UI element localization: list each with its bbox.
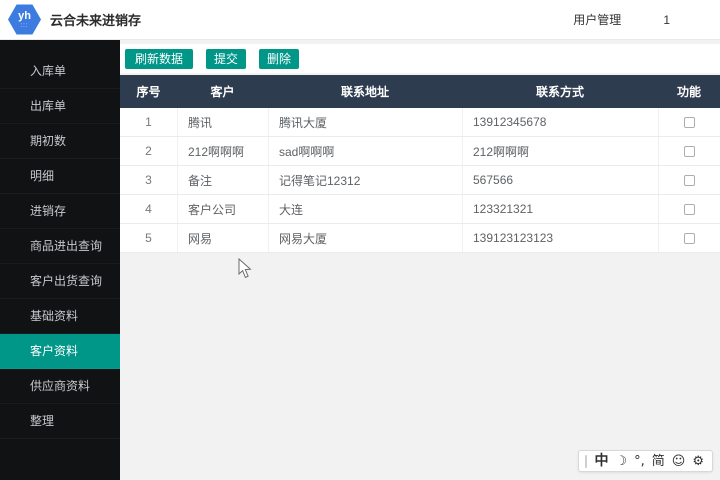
column-header-contact: 联系方式 (462, 75, 658, 108)
nav-user-management[interactable]: 用户管理 (573, 11, 621, 28)
table-row: 4 客户公司 大连 123321321 (120, 195, 720, 224)
sidebar-menu: 入库单 出库单 期初数 明细 进销存 商品进出查询 客户出货查询 基础资料 客户… (0, 40, 120, 480)
cell-customer: 备注 (177, 166, 268, 194)
cell-index: 3 (120, 166, 177, 194)
ime-drag-handle[interactable] (585, 455, 587, 468)
row-checkbox[interactable] (684, 117, 695, 128)
sidebar-item-inventory[interactable]: 进销存 (0, 194, 120, 229)
sidebar-item-customer-data[interactable]: 客户资料 (0, 334, 120, 369)
row-checkbox[interactable] (684, 233, 695, 244)
topbar-right-nav: 用户管理 1 (573, 11, 720, 28)
smiley-icon[interactable]: ☺ (672, 455, 686, 468)
cell-function (658, 137, 720, 165)
refresh-data-button[interactable]: 刷新数据 (125, 49, 193, 69)
logo-dots: ::: (20, 23, 28, 29)
cell-customer: 客户公司 (177, 195, 268, 223)
cell-address: sad啊啊啊 (268, 137, 462, 165)
cell-contact: 123321321 (462, 195, 658, 223)
row-checkbox[interactable] (684, 146, 695, 157)
sidebar-item-supplier-data[interactable]: 供应商资料 (0, 369, 120, 404)
action-toolbar: 刷新数据 提交 删除 (120, 44, 720, 73)
ime-chinese-mode[interactable]: 中 (594, 454, 608, 468)
top-header: yh ::: 云合未来进销存 用户管理 1 (0, 0, 720, 40)
app-window: yh ::: 云合未来进销存 用户管理 1 入库单 出库单 期初数 明细 进销存… (0, 0, 720, 480)
moon-icon[interactable]: ☽ (615, 455, 627, 468)
table-row: 2 212啊啊啊 sad啊啊啊 212啊啊啊 (120, 137, 720, 166)
sidebar-item-organize[interactable]: 整理 (0, 404, 120, 439)
nav-current-user[interactable]: 1 (663, 13, 670, 27)
sidebar-item-details[interactable]: 明细 (0, 159, 120, 194)
cell-contact: 567566 (462, 166, 658, 194)
cell-address: 大连 (268, 195, 462, 223)
cell-address: 记得笔记12312 (268, 166, 462, 194)
row-checkbox[interactable] (684, 175, 695, 186)
column-header-customer: 客户 (177, 75, 268, 108)
cell-function (658, 166, 720, 194)
cell-customer: 腾讯 (177, 108, 268, 136)
logo-text: yh (18, 11, 31, 22)
column-header-function: 功能 (658, 75, 720, 108)
sidebar-item-inbound-order[interactable]: 入库单 (0, 54, 120, 89)
cell-customer: 212啊啊啊 (177, 137, 268, 165)
submit-button[interactable]: 提交 (206, 49, 246, 69)
cell-function (658, 224, 720, 252)
cell-index: 4 (120, 195, 177, 223)
ime-punctuation-mode[interactable]: °, (634, 455, 645, 468)
table-row: 5 网易 网易大厦 139123123123 (120, 224, 720, 253)
cell-address: 网易大厦 (268, 224, 462, 252)
column-header-address: 联系地址 (268, 75, 462, 108)
main-content: 刷新数据 提交 删除 序号 客户 联系地址 联系方式 功能 1 腾讯 腾讯大厦 … (120, 40, 720, 480)
cell-index: 5 (120, 224, 177, 252)
delete-button[interactable]: 删除 (259, 49, 299, 69)
ime-toolbar: 中 ☽ °, 简 ☺ ⚙ (578, 450, 713, 472)
table-row: 1 腾讯 腾讯大厦 13912345678 (120, 108, 720, 137)
page-title: 云合未来进销存 (50, 10, 141, 29)
sidebar-item-goods-io-query[interactable]: 商品进出查询 (0, 229, 120, 264)
ime-simplified-mode[interactable]: 简 (652, 455, 665, 468)
gear-icon[interactable]: ⚙ (692, 455, 704, 468)
cell-contact: 212啊啊啊 (462, 137, 658, 165)
cell-customer: 网易 (177, 224, 268, 252)
sidebar-item-basic-data[interactable]: 基础资料 (0, 299, 120, 334)
cell-index: 2 (120, 137, 177, 165)
cell-index: 1 (120, 108, 177, 136)
sidebar-item-customer-shipment-query[interactable]: 客户出货查询 (0, 264, 120, 299)
row-checkbox[interactable] (684, 204, 695, 215)
cell-contact: 139123123123 (462, 224, 658, 252)
customer-table: 序号 客户 联系地址 联系方式 功能 1 腾讯 腾讯大厦 13912345678… (120, 75, 720, 253)
table-row: 3 备注 记得笔记12312 567566 (120, 166, 720, 195)
brand: yh ::: 云合未来进销存 (0, 4, 141, 36)
cell-contact: 13912345678 (462, 108, 658, 136)
sidebar-item-opening-balance[interactable]: 期初数 (0, 124, 120, 159)
sidebar-item-outbound-order[interactable]: 出库单 (0, 89, 120, 124)
table-header-row: 序号 客户 联系地址 联系方式 功能 (120, 75, 720, 108)
app-logo-icon: yh ::: (8, 4, 41, 36)
cell-function (658, 108, 720, 136)
column-header-index: 序号 (120, 75, 177, 108)
cell-address: 腾讯大厦 (268, 108, 462, 136)
cell-function (658, 195, 720, 223)
